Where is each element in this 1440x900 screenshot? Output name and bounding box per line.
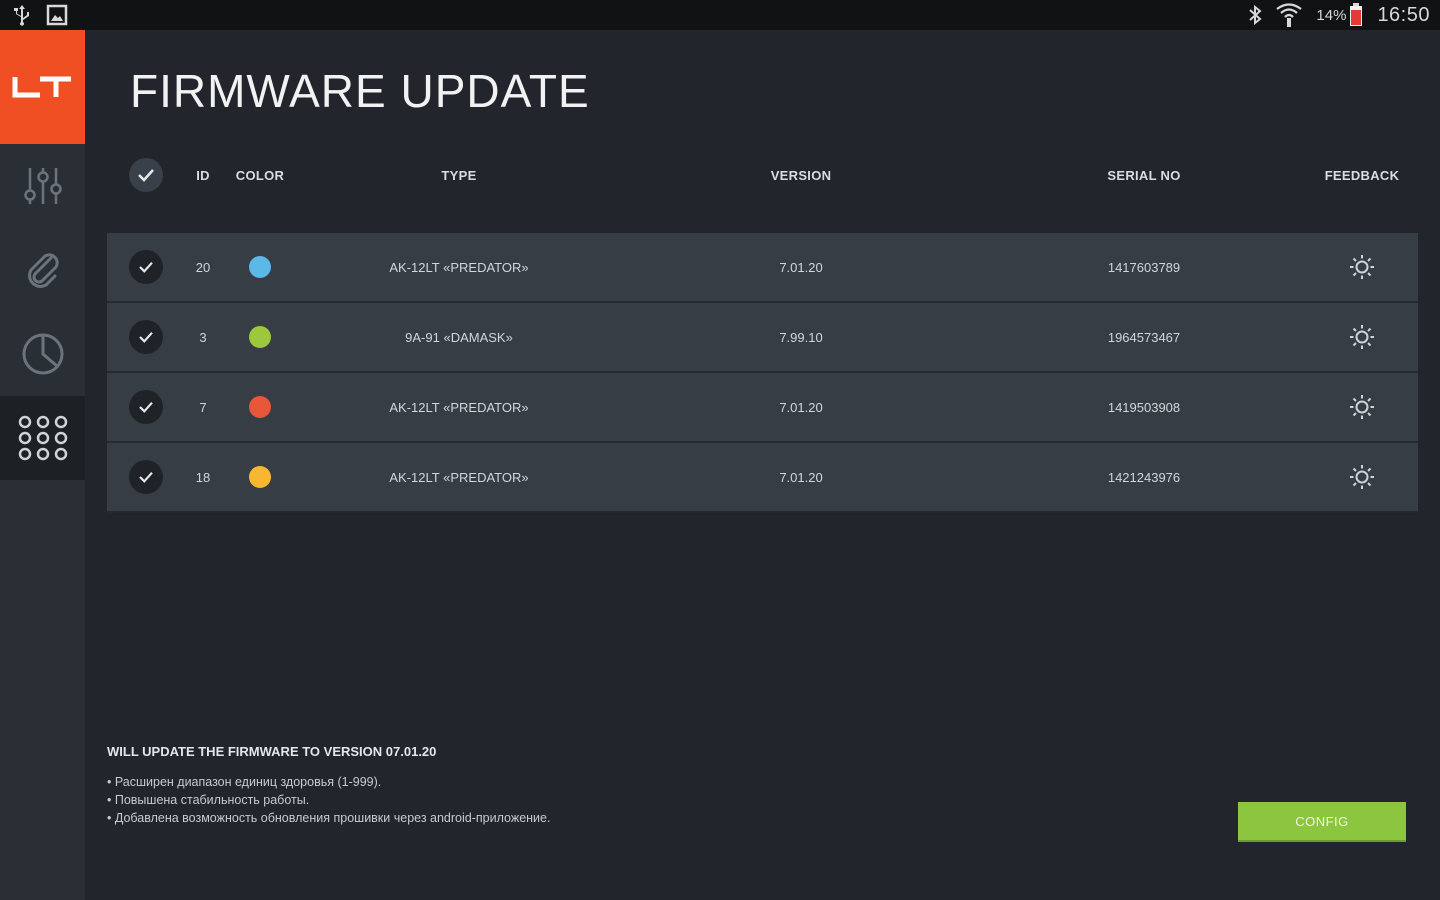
- color-dot: [249, 256, 271, 278]
- row-version: 7.01.20: [779, 469, 823, 485]
- checkmark-icon: [138, 169, 154, 182]
- status-bar: 14% 16:50: [0, 0, 1440, 30]
- release-notes-title: WILL UPDATE THE FIRMWARE TO VERSION 07.0…: [107, 744, 437, 759]
- table-row[interactable]: 18 AK-12LT «PREDATOR» 7.01.20 1421243976: [107, 443, 1418, 513]
- sidebar: [0, 30, 85, 900]
- row-color: [230, 233, 290, 301]
- row-color: [230, 373, 290, 441]
- release-notes-list: Расширен диапазон единиц здоровья (1-999…: [107, 773, 907, 827]
- color-dot: [249, 396, 271, 418]
- row-type: AK-12LT «PREDATOR»: [389, 259, 529, 275]
- pie-chart-icon: [22, 333, 63, 375]
- wifi-icon: [1276, 3, 1303, 27]
- header-feedback[interactable]: FEEDBACK: [1302, 158, 1422, 192]
- row-serial: 1421243976: [1107, 469, 1181, 485]
- row-id: 20: [195, 259, 211, 275]
- table-row[interactable]: 3 9A-91 «DAMASK» 7.99.10 1964573467: [107, 303, 1418, 373]
- battery-percent: 14%: [1316, 6, 1347, 24]
- battery-icon: [1349, 3, 1363, 27]
- release-notes: WILL UPDATE THE FIRMWARE TO VERSION 07.0…: [107, 744, 907, 827]
- lt-logo-icon: [12, 76, 71, 98]
- feedback-button[interactable]: [1342, 233, 1382, 301]
- device-table: 20 AK-12LT «PREDATOR» 7.01.20 1417603789…: [107, 233, 1418, 513]
- grid-dots-icon: [18, 415, 67, 461]
- checkmark-icon: [139, 331, 153, 343]
- row-type: AK-12LT «PREDATOR»: [389, 399, 529, 415]
- row-checkbox[interactable]: [129, 303, 163, 371]
- row-serial: 1964573467: [1107, 329, 1181, 345]
- row-checkbox[interactable]: [129, 233, 163, 301]
- header-type[interactable]: TYPE: [359, 158, 559, 192]
- row-version: 7.01.20: [779, 399, 823, 415]
- row-type: AK-12LT «PREDATOR»: [389, 469, 529, 485]
- row-serial: 1417603789: [1107, 259, 1181, 275]
- header-serial[interactable]: SERIAL NO: [1044, 158, 1244, 192]
- row-color: [230, 443, 290, 511]
- sun-icon: [1350, 255, 1374, 279]
- feedback-button[interactable]: [1342, 303, 1382, 371]
- sun-icon: [1350, 325, 1374, 349]
- color-dot: [249, 326, 271, 348]
- sidebar-item-attachments[interactable]: [0, 228, 85, 312]
- select-all-check[interactable]: [129, 158, 163, 192]
- sidebar-item-settings[interactable]: [0, 144, 85, 228]
- row-checkbox[interactable]: [129, 443, 163, 511]
- row-version: 7.01.20: [779, 259, 823, 275]
- row-id: 18: [195, 469, 211, 485]
- table-row[interactable]: 20 AK-12LT «PREDATOR» 7.01.20 1417603789: [107, 233, 1418, 303]
- header-id[interactable]: ID: [183, 158, 223, 192]
- row-serial: 1419503908: [1107, 399, 1181, 415]
- list-item: Добавлена возможность обновления прошивк…: [107, 809, 907, 827]
- row-color: [230, 303, 290, 371]
- feedback-button[interactable]: [1342, 373, 1382, 441]
- usb-icon: [12, 4, 32, 26]
- select-all-checkbox[interactable]: [129, 158, 163, 192]
- row-id: 7: [199, 399, 207, 415]
- sliders-icon: [23, 168, 62, 204]
- color-dot: [249, 466, 271, 488]
- checkmark-icon: [139, 401, 153, 413]
- list-item: Повышена стабильность работы.: [107, 791, 907, 809]
- list-item: Расширен диапазон единиц здоровья (1-999…: [107, 773, 907, 791]
- header-version[interactable]: VERSION: [701, 158, 901, 192]
- sidebar-item-statistics[interactable]: [0, 312, 85, 396]
- paperclip-icon: [27, 253, 59, 288]
- clock: 16:50: [1377, 3, 1430, 26]
- checkmark-icon: [139, 261, 153, 273]
- header-color[interactable]: COLOR: [230, 158, 290, 192]
- image-icon: [46, 4, 68, 26]
- table-row[interactable]: 7 AK-12LT «PREDATOR» 7.01.20 1419503908: [107, 373, 1418, 443]
- row-version: 7.99.10: [779, 329, 823, 345]
- sidebar-item-devices[interactable]: [0, 396, 85, 480]
- feedback-button[interactable]: [1342, 443, 1382, 511]
- checkmark-icon: [139, 471, 153, 483]
- page-title: FIRMWARE UPDATE: [130, 65, 590, 117]
- row-checkbox[interactable]: [129, 373, 163, 441]
- config-button[interactable]: CONFIG: [1238, 802, 1406, 840]
- sun-icon: [1350, 395, 1374, 419]
- row-type: 9A-91 «DAMASK»: [405, 329, 513, 345]
- bluetooth-icon: [1248, 4, 1262, 26]
- app-logo[interactable]: [0, 30, 85, 144]
- row-id: 3: [199, 329, 207, 345]
- sun-icon: [1350, 465, 1374, 489]
